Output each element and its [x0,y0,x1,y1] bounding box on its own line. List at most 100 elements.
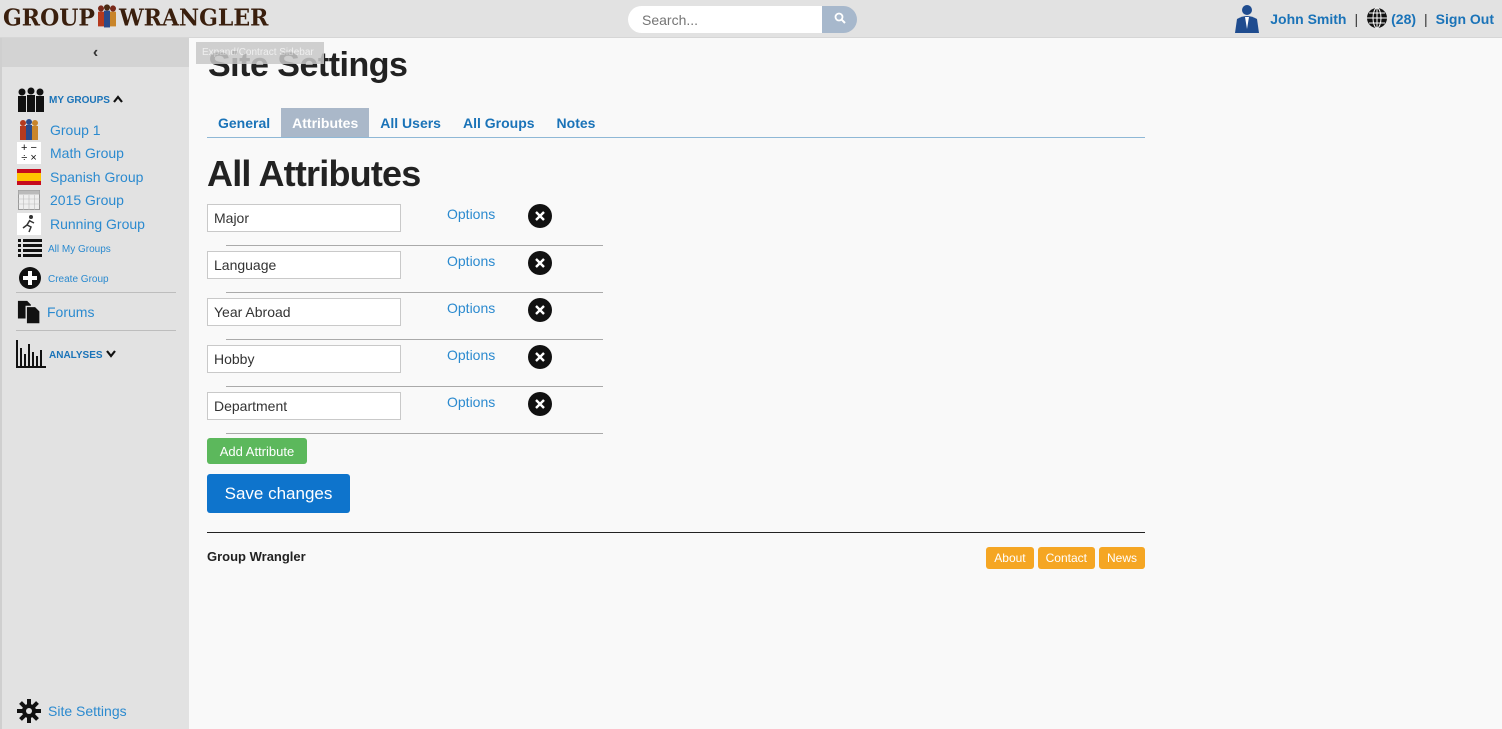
attribute-name-input[interactable] [207,251,401,279]
tab-attributes[interactable]: Attributes [281,108,370,137]
close-icon [535,352,545,362]
search-icon [834,12,846,27]
sidebar-item-site-settings[interactable]: Site Settings [17,699,127,723]
attribute-row: Options [207,204,603,251]
search-box [628,6,857,33]
footer-link-about[interactable]: About [986,547,1034,569]
logo[interactable]: GROUP WRANGLER [3,4,269,32]
attribute-row: Options [207,392,603,439]
row-divider [226,339,603,340]
sidebar: ‹ MY GROUPS Group 1 + − ÷ × Math Group S… [0,38,189,729]
sidebar-item-label: Spanish Group [50,169,144,185]
all-my-groups-link[interactable]: All My Groups [18,238,111,261]
settings-tabs: General Attributes All Users All Groups … [207,108,1145,138]
bar-chart-icon [16,340,46,371]
attribute-name-input[interactable] [207,298,401,326]
globe-icon [1366,7,1388,32]
notifications[interactable]: (28) [1366,7,1416,32]
sidebar-item-label: Group 1 [50,122,101,138]
row-divider [226,292,603,293]
attribute-row: Options [207,345,603,392]
attribute-name-input[interactable] [207,345,401,373]
sidebar-item-math-group[interactable]: + − ÷ × Math Group [17,142,124,164]
options-link[interactable]: Options [447,394,495,410]
chevron-up-icon [113,95,123,106]
sidebar-divider [16,292,176,293]
user-name-link[interactable]: John Smith [1270,11,1346,27]
close-icon [535,211,545,221]
analyses-label: ANALYSES [49,350,103,361]
tab-notes[interactable]: Notes [546,108,607,137]
my-groups-label: MY GROUPS [49,95,110,106]
delete-attribute-button[interactable] [528,204,552,228]
create-group-link[interactable]: Create Group [18,266,109,293]
delete-attribute-button[interactable] [528,345,552,369]
sign-out-link[interactable]: Sign Out [1436,11,1494,27]
chevron-down-icon [105,350,116,361]
list-icon [18,238,42,261]
plus-circle-icon [18,266,42,293]
close-icon [535,399,545,409]
section-title: All Attributes [207,153,421,194]
sidebar-item-label: Running Group [50,216,145,232]
options-link[interactable]: Options [447,253,495,269]
attribute-name-input[interactable] [207,392,401,420]
logo-figures-icon [96,4,118,31]
footer-links: About Contact News [986,547,1145,569]
attribute-row: Options [207,298,603,345]
chevron-left-icon: ‹ [92,43,99,61]
sidebar-tooltip: Expand/Contract Sidebar [196,42,324,64]
search-input[interactable] [628,6,824,33]
sidebar-item-spanish-group[interactable]: Spanish Group [17,166,143,188]
tab-all-users[interactable]: All Users [369,108,452,137]
options-link[interactable]: Options [447,347,495,363]
tab-general[interactable]: General [207,108,281,137]
search-button[interactable] [822,6,857,33]
spain-flag-icon [17,166,41,188]
sidebar-item-forums[interactable]: Forums [17,300,94,325]
sidebar-item-running-group[interactable]: Running Group [17,213,145,235]
footer-link-contact[interactable]: Contact [1037,547,1095,569]
footer-brand: Group Wrangler [207,549,306,564]
add-attribute-button[interactable]: Add Attribute [207,438,307,464]
footer-divider [207,532,1145,533]
close-icon [535,305,545,315]
sidebar-collapse-button[interactable]: ‹ [2,38,189,67]
options-link[interactable]: Options [447,206,495,222]
top-bar: GROUP WRANGLER John Smith | [0,0,1502,38]
user-avatar-icon[interactable] [1232,3,1262,36]
delete-attribute-button[interactable] [528,251,552,275]
row-divider [226,386,603,387]
tab-all-groups[interactable]: All Groups [452,108,546,137]
documents-icon [17,300,41,325]
notification-count: (28) [1391,11,1417,27]
separator: | [1354,11,1359,27]
attribute-row: Options [207,251,603,298]
sidebar-item-label: Math Group [50,145,124,161]
my-groups-header[interactable]: MY GROUPS [16,86,123,115]
people-icon [17,119,41,141]
sidebar-item-label: 2015 Group [50,192,124,208]
footer-link-news[interactable]: News [1098,547,1145,569]
logo-text-left: GROUP [3,4,95,32]
calendar-icon [17,189,41,211]
group-people-icon [16,86,46,115]
analyses-header[interactable]: ANALYSES [16,340,116,371]
sidebar-item-2015-group[interactable]: 2015 Group [17,189,124,211]
sidebar-item-label: Site Settings [48,703,127,719]
delete-attribute-button[interactable] [528,392,552,416]
user-area: John Smith | (28) | Sign Out [1232,4,1494,34]
delete-attribute-button[interactable] [528,298,552,322]
logo-text-right: WRANGLER [118,4,269,32]
math-symbols-icon: + − ÷ × [17,142,41,164]
sidebar-item-group-1[interactable]: Group 1 [17,119,101,141]
close-icon [535,258,545,268]
options-link[interactable]: Options [447,300,495,316]
sidebar-divider [16,330,176,331]
row-divider [226,433,603,434]
all-my-groups-label: All My Groups [48,244,111,255]
gear-icon [17,699,41,723]
row-divider [226,245,603,246]
save-changes-button[interactable]: Save changes [207,474,350,513]
attribute-name-input[interactable] [207,204,401,232]
